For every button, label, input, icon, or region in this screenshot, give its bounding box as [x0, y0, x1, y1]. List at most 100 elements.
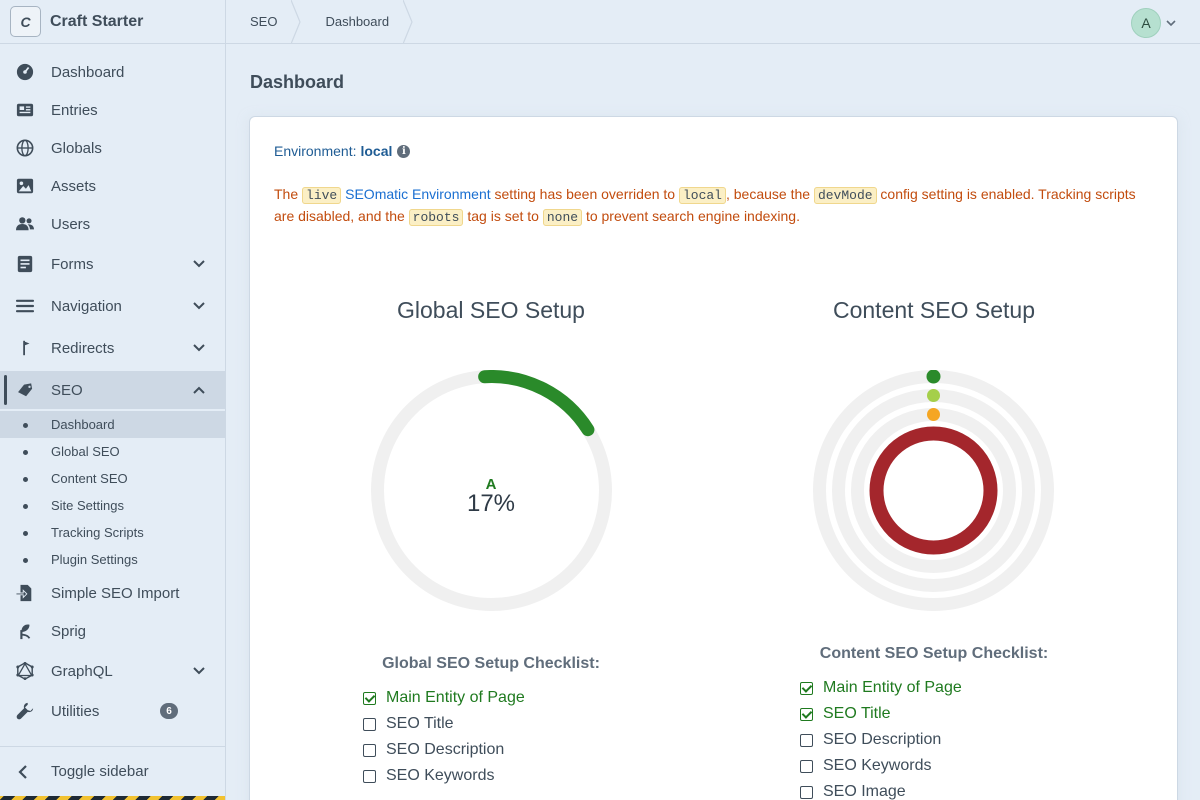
sidebar-item-label: Assets [51, 177, 97, 195]
sidebar-subitem-seo-dashboard[interactable]: Dashboard [0, 411, 225, 438]
gauge-ring-ok [832, 389, 1035, 592]
checklist-item-label: SEO Description [386, 741, 505, 758]
sidebar-item-forms[interactable]: Forms [0, 245, 225, 283]
breadcrumb-dashboard[interactable]: Dashboard [301, 0, 413, 44]
checklist-item-label: SEO Title [823, 705, 891, 722]
checklist-item[interactable]: Main Entity of Page [800, 679, 962, 697]
dev-mode-stripe [0, 796, 225, 800]
wrench-icon [15, 701, 35, 721]
checked-checkbox-icon[interactable] [800, 681, 813, 695]
sprig-icon [15, 621, 35, 641]
code-none: none [542, 209, 583, 226]
code-live: live [302, 187, 342, 204]
utilities-badge: 6 [160, 703, 178, 719]
code-robots: robots [408, 209, 464, 226]
sidebar-subitem-content-seo[interactable]: Content SEO [0, 465, 225, 492]
code-devmode: devMode [813, 187, 877, 204]
signpost-icon [15, 338, 35, 358]
sidebar-item-label: SEO [51, 381, 83, 399]
chevron-left-icon [18, 764, 27, 779]
page-title: Dashboard [250, 72, 345, 92]
checked-checkbox-icon[interactable] [800, 707, 813, 721]
chevron-up-icon [193, 386, 205, 394]
sidebar-item-label: Sprig [51, 622, 87, 640]
newspaper-icon [15, 100, 35, 120]
toggle-sidebar-label: Toggle sidebar [51, 763, 149, 780]
content-checklist-title: Content SEO Setup Checklist: [819, 645, 1049, 662]
sidebar-item-sprig[interactable]: Sprig [0, 612, 225, 650]
sidebar-item-redirects[interactable]: Redirects [0, 329, 225, 367]
checklist-item[interactable]: SEO Description [800, 731, 941, 749]
unchecked-checkbox-icon[interactable] [363, 769, 376, 783]
unchecked-checkbox-icon[interactable] [363, 743, 376, 757]
breadcrumb-seo[interactable]: SEO [226, 0, 302, 44]
code-local: local [678, 187, 726, 204]
toggle-sidebar-button[interactable]: Toggle sidebar [0, 746, 225, 796]
chevron-down-icon [193, 302, 205, 310]
checklist-item[interactable]: SEO Keywords [800, 757, 931, 775]
sidebar-item-globals[interactable]: Globals [0, 129, 225, 167]
gauge-dot-good [926, 370, 941, 384]
sidebar-subitem-tracking-scripts[interactable]: Tracking Scripts [0, 519, 225, 546]
content-seo-gauge [813, 370, 1054, 611]
unchecked-checkbox-icon[interactable] [800, 759, 813, 773]
site-name: Craft Starter [50, 12, 144, 30]
unchecked-checkbox-icon[interactable] [800, 733, 813, 747]
checklist-item[interactable]: SEO Title [363, 715, 454, 733]
info-icon[interactable]: i [397, 144, 411, 158]
checklist-item[interactable]: SEO Image [800, 783, 906, 800]
breadcrumb-label: SEO [250, 14, 278, 29]
sidebar-item-label: Simple SEO Import [51, 584, 180, 602]
gauge-progress-arc [478, 370, 595, 437]
sidebar-item-dashboard[interactable]: Dashboard [0, 53, 225, 91]
sidebar-item-seo[interactable]: SEO [0, 371, 225, 409]
chevron-down-icon [193, 260, 205, 268]
sidebar-item-simple-seo-import[interactable]: Simple SEO Import [0, 574, 225, 612]
sidebar-item-graphql[interactable]: GraphQL [0, 652, 225, 690]
form-icon [15, 254, 35, 274]
sidebar-item-navigation[interactable]: Navigation [0, 287, 225, 325]
checked-checkbox-icon[interactable] [363, 691, 376, 705]
content-seo-title: Content SEO Setup [832, 297, 1035, 323]
avatar: A [1131, 8, 1161, 38]
sidebar-subitem-plugin-settings[interactable]: Plugin Settings [0, 546, 225, 573]
checklist-item[interactable]: SEO Description [363, 741, 504, 759]
checklist-item-label: SEO Image [823, 783, 906, 800]
header: SEO Dashboard A [226, 0, 1200, 44]
seomatic-environment-link[interactable]: SEOmatic Environment [345, 186, 491, 202]
checklist-item[interactable]: Main Entity of Page [363, 689, 525, 707]
user-menu[interactable]: A [1131, 8, 1176, 38]
sidebar-subitem-site-settings[interactable]: Site Settings [0, 492, 225, 519]
environment-value: local [360, 143, 393, 159]
dashboard-card: Environment: local i The live SEOmatic E… [250, 117, 1177, 800]
sidebar-subitem-global-seo[interactable]: Global SEO [0, 438, 225, 465]
sidebar-item-users[interactable]: Users [0, 205, 225, 243]
environment-label: Environment: local i [274, 143, 411, 159]
global-checklist-title: Global SEO Setup Checklist: [382, 655, 600, 672]
sidebar-item-assets[interactable]: Assets [0, 167, 225, 205]
unchecked-checkbox-icon[interactable] [800, 785, 813, 799]
sidebar-item-utilities[interactable]: Utilities 6 [0, 692, 225, 730]
site-header[interactable]: C Craft Starter [0, 0, 225, 44]
site-logo: C [10, 6, 41, 37]
checklist-item-label: SEO Keywords [386, 767, 495, 784]
gauge-dot-ok [927, 389, 940, 402]
checklist-item-label: SEO Description [823, 731, 942, 748]
seo-tag-icon [15, 380, 35, 400]
environment-warning: The live SEOmatic Environment setting ha… [274, 186, 1136, 226]
sidebar-item-label: Dashboard [51, 63, 125, 81]
breadcrumb-separator [403, 0, 413, 44]
graphql-icon [15, 661, 35, 681]
checklist-item[interactable]: SEO Title [800, 705, 891, 723]
breadcrumb-label: Dashboard [325, 14, 390, 29]
unchecked-checkbox-icon[interactable] [363, 717, 376, 731]
users-icon [15, 214, 35, 234]
sidebar: C Craft Starter Dashboard Entries Global… [0, 0, 226, 800]
global-seo-title: Global SEO Setup [397, 297, 585, 323]
gauge-dot-warn [927, 408, 940, 421]
checklist-item[interactable]: SEO Keywords [363, 767, 494, 785]
globe-icon [15, 138, 35, 158]
sidebar-item-entries[interactable]: Entries [0, 91, 225, 129]
gauge-icon [15, 62, 35, 82]
checklist-item-label: SEO Title [386, 715, 454, 732]
